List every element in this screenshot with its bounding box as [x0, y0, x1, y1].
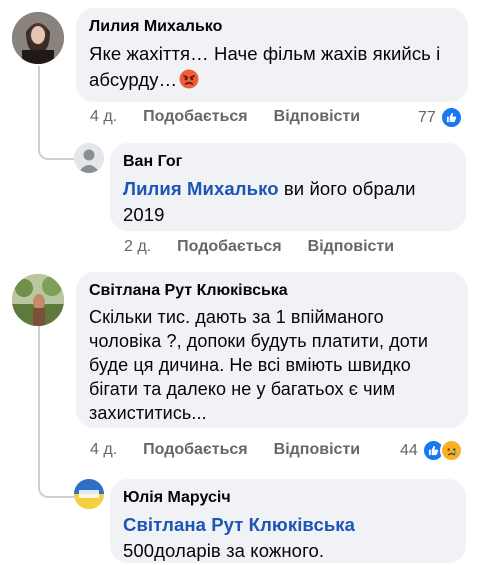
like-button[interactable]: Подобається	[177, 238, 282, 256]
angry-emoji-icon	[179, 69, 199, 96]
reply-bubble: Юлія Марусіч Світлана Рут Клюківська 500д…	[110, 479, 466, 563]
reply-author[interactable]: Юлія Марусіч	[123, 488, 453, 508]
comment-actions: 4 д. Подобається Відповісти	[90, 108, 386, 126]
like-button[interactable]: Подобається	[143, 441, 248, 459]
reaction-summary[interactable]: 44	[400, 439, 463, 462]
reply-text: Світлана Рут Клюківська 500доларів за кож…	[123, 514, 356, 561]
comment-text: Скільки тис. дають за 1 впійманого чолов…	[89, 307, 428, 423]
mention-link[interactable]: Світлана Рут Клюківська	[123, 514, 355, 535]
avatar[interactable]	[74, 479, 104, 509]
comment-author[interactable]: Лилия Михалько	[89, 17, 455, 37]
comment-bubble: Лилия Михалько Яке жахіття… Наче фільм ж…	[76, 8, 468, 102]
avatar[interactable]	[12, 274, 64, 326]
reply-button[interactable]: Відповісти	[308, 238, 394, 256]
avatar[interactable]	[74, 143, 104, 173]
reply-author[interactable]: Ван Гог	[123, 152, 453, 172]
comment-actions: 4 д. Подобається Відповісти	[90, 441, 386, 459]
like-button[interactable]: Подобається	[143, 108, 248, 126]
reply-button[interactable]: Відповісти	[274, 441, 360, 459]
comment-bubble: Світлана Рут Клюківська Скільки тис. даю…	[76, 272, 468, 428]
timestamp[interactable]: 2 д.	[124, 238, 151, 256]
timestamp[interactable]: 4 д.	[90, 108, 117, 126]
timestamp[interactable]: 4 д.	[90, 441, 117, 459]
reaction-count: 44	[400, 441, 418, 459]
reply-button[interactable]: Відповісти	[274, 108, 360, 126]
comment-author[interactable]: Світлана Рут Клюківська	[89, 281, 455, 301]
sad-icon	[439, 439, 463, 462]
reply-bubble: Ван Гог Лилия Михалько ви його обрали 20…	[110, 143, 466, 231]
thread-connector	[38, 326, 74, 498]
reply-text: Лилия Михалько ви його обрали 2019	[123, 178, 416, 225]
reaction-count: 77	[418, 108, 436, 126]
avatar[interactable]	[12, 12, 64, 64]
reaction-summary[interactable]: 77	[418, 106, 463, 129]
comment-text: Яке жахіття… Наче фільм жахів якийсь і а…	[89, 41, 455, 96]
thread-connector	[38, 66, 74, 160]
mention-link[interactable]: Лилия Михалько	[123, 178, 279, 199]
reply-actions: 2 д. Подобається Відповісти	[124, 238, 420, 256]
like-icon	[439, 106, 463, 129]
